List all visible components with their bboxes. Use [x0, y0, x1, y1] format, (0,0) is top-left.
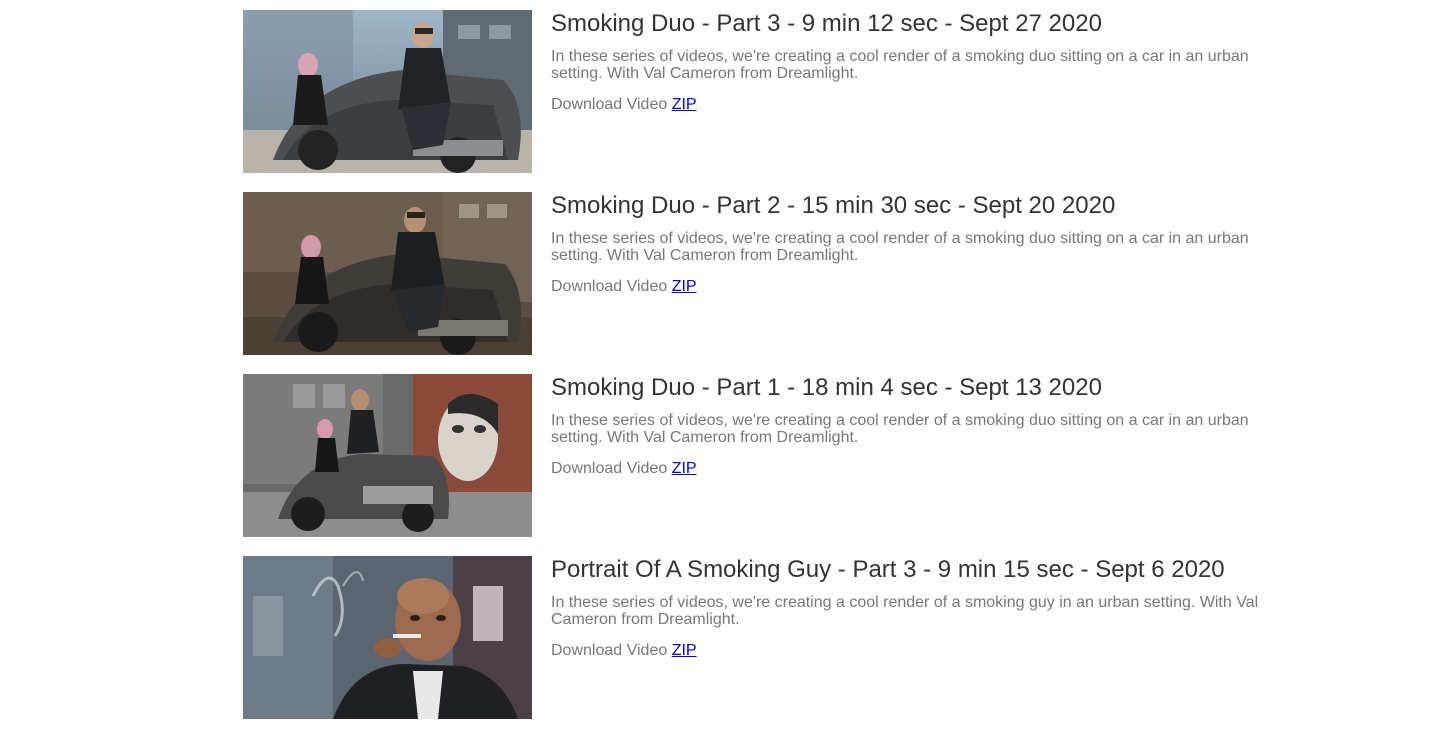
- download-line: Download Video ZIP: [551, 460, 1291, 478]
- video-info: Smoking Duo - Part 3 - 9 min 12 sec - Se…: [551, 10, 1291, 114]
- download-line: Download Video ZIP: [551, 278, 1291, 296]
- video-info: Smoking Duo - Part 2 - 15 min 30 sec - S…: [551, 192, 1291, 296]
- video-description: In these series of videos, we're creatin…: [551, 230, 1249, 264]
- video-description: In these series of videos, we're creatin…: [551, 412, 1249, 446]
- video-list: Smoking Duo - Part 3 - 9 min 12 sec - Se…: [243, 10, 1303, 738]
- thumbnail-image: [243, 192, 532, 355]
- download-label: Download Video: [551, 460, 668, 477]
- video-info: Smoking Duo - Part 1 - 18 min 4 sec - Se…: [551, 374, 1291, 478]
- thumbnail-image: [243, 374, 532, 537]
- download-line: Download Video ZIP: [551, 96, 1291, 114]
- video-entry: Smoking Duo - Part 2 - 15 min 30 sec - S…: [243, 192, 1303, 355]
- download-label: Download Video: [551, 642, 668, 659]
- download-label: Download Video: [551, 96, 668, 113]
- thumbnail-image: [243, 10, 532, 173]
- video-title: Portrait Of A Smoking Guy - Part 3 - 9 m…: [551, 556, 1225, 583]
- zip-download-link[interactable]: ZIP: [672, 460, 697, 477]
- zip-download-link[interactable]: ZIP: [672, 96, 697, 113]
- video-title: Smoking Duo - Part 3 - 9 min 12 sec - Se…: [551, 10, 1102, 37]
- video-info: Portrait Of A Smoking Guy - Part 3 - 9 m…: [551, 556, 1291, 660]
- video-thumbnail[interactable]: [243, 556, 532, 719]
- video-entry: Portrait Of A Smoking Guy - Part 3 - 9 m…: [243, 556, 1303, 719]
- video-entry: Smoking Duo - Part 1 - 18 min 4 sec - Se…: [243, 374, 1303, 537]
- video-title: Smoking Duo - Part 1 - 18 min 4 sec - Se…: [551, 374, 1102, 401]
- video-thumbnail[interactable]: [243, 192, 532, 355]
- thumbnail-image: [243, 556, 532, 719]
- download-label: Download Video: [551, 278, 668, 295]
- video-thumbnail[interactable]: [243, 374, 532, 537]
- video-description: In these series of videos, we're creatin…: [551, 48, 1249, 82]
- zip-download-link[interactable]: ZIP: [672, 278, 697, 295]
- video-thumbnail[interactable]: [243, 10, 532, 173]
- video-title: Smoking Duo - Part 2 - 15 min 30 sec - S…: [551, 192, 1116, 219]
- video-description: In these series of videos, we're creatin…: [551, 594, 1259, 628]
- zip-download-link[interactable]: ZIP: [672, 642, 697, 659]
- download-line: Download Video ZIP: [551, 642, 1291, 660]
- video-entry: Smoking Duo - Part 3 - 9 min 12 sec - Se…: [243, 10, 1303, 173]
